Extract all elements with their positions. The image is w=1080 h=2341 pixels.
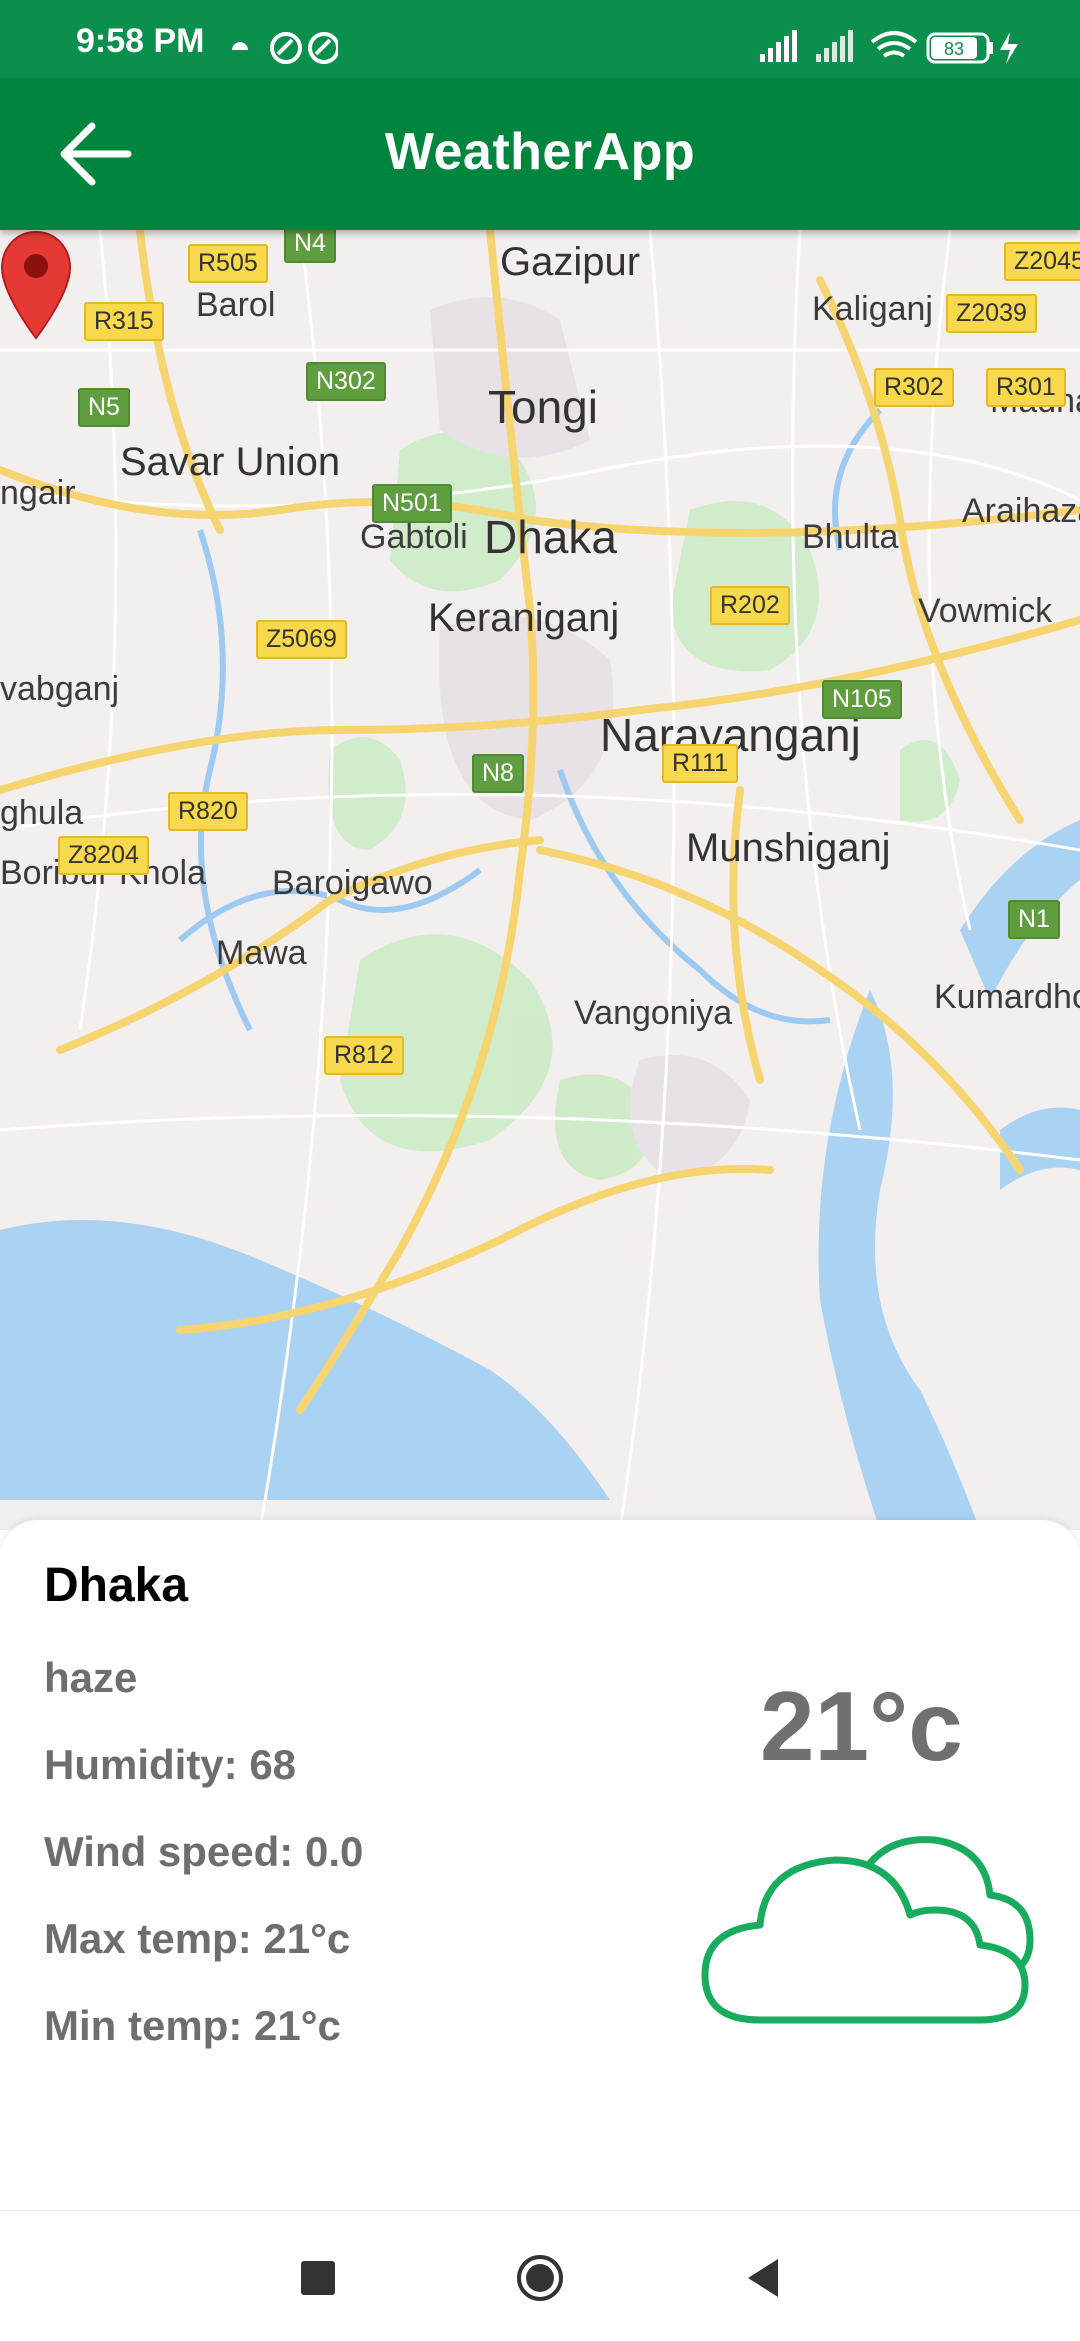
road-shield-z2045: Z2045	[1004, 242, 1080, 281]
map-label-vangoniya: Vangoniya	[574, 994, 733, 1032]
weather-card: Dhaka haze Humidity: 68 Wind speed: 0.0 …	[0, 1520, 1080, 2210]
humidity-text: Humidity: 68	[44, 1741, 297, 1788]
map-label-gabtoli: Gabtoli	[360, 518, 468, 556]
road-shield-z8204: Z8204	[58, 836, 149, 875]
current-temperature: 21°c	[760, 1671, 963, 1781]
map-label-ghula: ghula	[0, 794, 84, 832]
app-title: WeatherApp	[384, 123, 696, 181]
map-label-kumardho: Kumardho	[934, 978, 1080, 1016]
map-label-baroigawo: Baroigawo	[272, 864, 433, 902]
wind-speed-text: Wind speed: 0.0	[44, 1828, 364, 1875]
system-status-icons: 83	[760, 28, 1030, 73]
map-label-vowmick: Vowmick	[918, 592, 1053, 630]
road-shield-r202: R202	[710, 586, 790, 625]
map-label-ngair: ngair	[0, 474, 76, 512]
road-shield-n302: N302	[306, 362, 386, 401]
road-shield-n8: N8	[472, 754, 524, 793]
road-shield-r505: R505	[188, 244, 268, 283]
home-button[interactable]	[515, 2253, 565, 2303]
back-nav-button[interactable]	[738, 2253, 788, 2303]
signal-icon-2	[816, 30, 853, 62]
map-label-araihaza: Araihaza	[962, 492, 1080, 530]
road-shield-n1: N1	[1008, 900, 1060, 939]
weather-details: haze Humidity: 68 Wind speed: 0.0 Max te…	[44, 1648, 363, 2083]
app-bar: WeatherApp	[0, 78, 1080, 230]
road-shield-n105: N105	[822, 680, 902, 719]
road-shield-r820: R820	[168, 792, 248, 831]
charging-icon	[1000, 32, 1018, 64]
location-pin-icon[interactable]	[0, 230, 72, 340]
road-shield-n5: N5	[78, 388, 130, 427]
cloud-icon	[701, 1836, 1034, 2024]
map-label-keraniganj: Keraniganj	[428, 596, 620, 640]
map-label-kaliganj: Kaliganj	[812, 290, 933, 328]
wifi-icon	[870, 31, 918, 58]
map-label-vabganj: vabganj	[0, 670, 120, 708]
road-shield-r812: R812	[324, 1036, 404, 1075]
battery-level: 83	[944, 39, 964, 59]
status-bar: 9:58 PM 83	[0, 0, 1080, 78]
map-label-munshiganj: Munshiganj	[686, 826, 891, 870]
city-name: Dhaka	[44, 1559, 189, 1612]
road-shield-z2039: Z2039	[946, 294, 1037, 333]
notification-icons	[228, 30, 340, 71]
map-label-savar: Savar Union	[120, 440, 341, 484]
road-shield-r302: R302	[874, 368, 954, 407]
weather-description: haze	[44, 1654, 138, 1701]
road-shield-r315: R315	[84, 302, 164, 341]
map-label-mawa: Mawa	[216, 934, 307, 972]
system-nav-bar	[0, 2210, 1080, 2341]
road-shield-z5069: Z5069	[256, 620, 347, 659]
road-shield-r301: R301	[986, 368, 1066, 407]
map-label-barol: Barol	[196, 286, 276, 324]
map-label-bhulta: Bhulta	[802, 518, 899, 556]
road-shield-n501: N501	[372, 484, 452, 523]
map-label-gazipur: Gazipur	[500, 240, 641, 284]
road-shield-r111: R111	[662, 744, 739, 783]
map-label-tongi: Tongi	[488, 381, 598, 433]
map-view[interactable]: Gazipur Barol Kaliganj Tongi Savar Union…	[0, 230, 1080, 1530]
road-shield-n4: N4	[284, 230, 336, 263]
status-time: 9:58 PM	[76, 22, 205, 60]
recent-apps-button[interactable]	[293, 2253, 343, 2303]
max-temp-text: Max temp: 21°c	[44, 1915, 351, 1962]
signal-icon	[760, 30, 797, 62]
min-temp-text: Min temp: 21°c	[44, 2002, 341, 2049]
map-label-dhaka: Dhaka	[484, 511, 617, 563]
